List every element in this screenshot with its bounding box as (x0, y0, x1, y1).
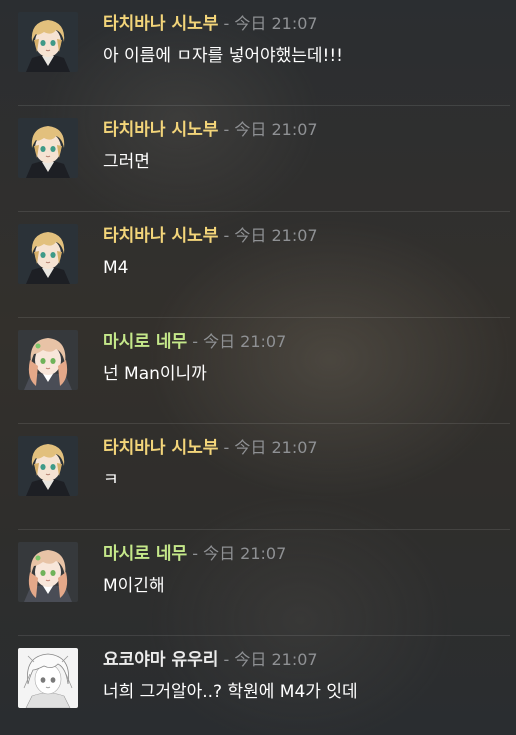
message-text: ㅋ (103, 470, 119, 490)
avatar[interactable] (18, 118, 78, 178)
avatar[interactable] (18, 648, 78, 708)
message-text: 넌 Man이니까 (103, 364, 207, 384)
author-name[interactable]: 마시로 네무 (103, 544, 187, 564)
message-item: 타치바나 시노부 - 今日 21:07 아 이름에 ㅁ자를 넣어야했는데!!! (0, 0, 516, 106)
message-text: M4 (103, 258, 129, 278)
timestamp: 今日 21:07 (234, 120, 318, 139)
blonde-boy-avatar-icon (18, 224, 78, 284)
header-separator: - (192, 332, 198, 351)
author-name[interactable]: 타치바나 시노부 (103, 438, 218, 458)
message-item: 타치바나 시노부 - 今日 21:07 ㅋ (0, 424, 516, 530)
avatar[interactable] (18, 542, 78, 602)
message-text: M이긴해 (103, 576, 165, 596)
avatar[interactable] (18, 224, 78, 284)
header-separator: - (192, 544, 198, 563)
blonde-boy-avatar-icon (18, 118, 78, 178)
blonde-boy-avatar-icon (18, 436, 78, 496)
pink-hair-girl-avatar-icon (18, 542, 78, 602)
timestamp: 今日 21:07 (234, 650, 318, 669)
message-item: 마시로 네무 - 今日 21:07 넌 Man이니까 (0, 318, 516, 424)
timestamp: 今日 21:07 (234, 226, 318, 245)
chat-log: 타치바나 시노부 - 今日 21:07 아 이름에 ㅁ자를 넣어야했는데!!! … (0, 0, 516, 735)
author-name[interactable]: 타치바나 시노부 (103, 226, 218, 246)
author-name[interactable]: 마시로 네무 (103, 332, 187, 352)
message-item: 요코야마 유우리 - 今日 21:07 너희 그거알아..? 학원에 M4가 잇… (0, 636, 516, 735)
header-separator: - (223, 120, 230, 139)
author-name[interactable]: 요코야마 유우리 (103, 650, 218, 670)
message-item: 마시로 네무 - 今日 21:07 M이긴해 (0, 530, 516, 636)
message-item: 타치바나 시노부 - 今日 21:07 그러면 (0, 106, 516, 212)
timestamp: 今日 21:07 (234, 14, 318, 33)
header-separator: - (223, 226, 230, 245)
message-text: 아 이름에 ㅁ자를 넣어야했는데!!! (103, 46, 343, 66)
pink-hair-girl-avatar-icon (18, 330, 78, 390)
header-separator: - (223, 650, 230, 669)
header-separator: - (223, 14, 230, 33)
message-item: 타치바나 시노부 - 今日 21:07 M4 (0, 212, 516, 318)
timestamp: 今日 21:07 (203, 332, 287, 351)
avatar[interactable] (18, 330, 78, 390)
avatar[interactable] (18, 12, 78, 72)
author-name[interactable]: 타치바나 시노부 (103, 120, 218, 140)
message-text: 그러면 (103, 152, 150, 172)
timestamp: 今日 21:07 (203, 544, 287, 563)
blonde-boy-avatar-icon (18, 12, 78, 72)
timestamp: 今日 21:07 (234, 438, 318, 457)
header-separator: - (223, 438, 230, 457)
white-hair-sketch-avatar-icon (18, 648, 78, 708)
message-text: 너희 그거알아..? 학원에 M4가 잇데 (103, 682, 358, 702)
avatar[interactable] (18, 436, 78, 496)
author-name[interactable]: 타치바나 시노부 (103, 14, 218, 34)
